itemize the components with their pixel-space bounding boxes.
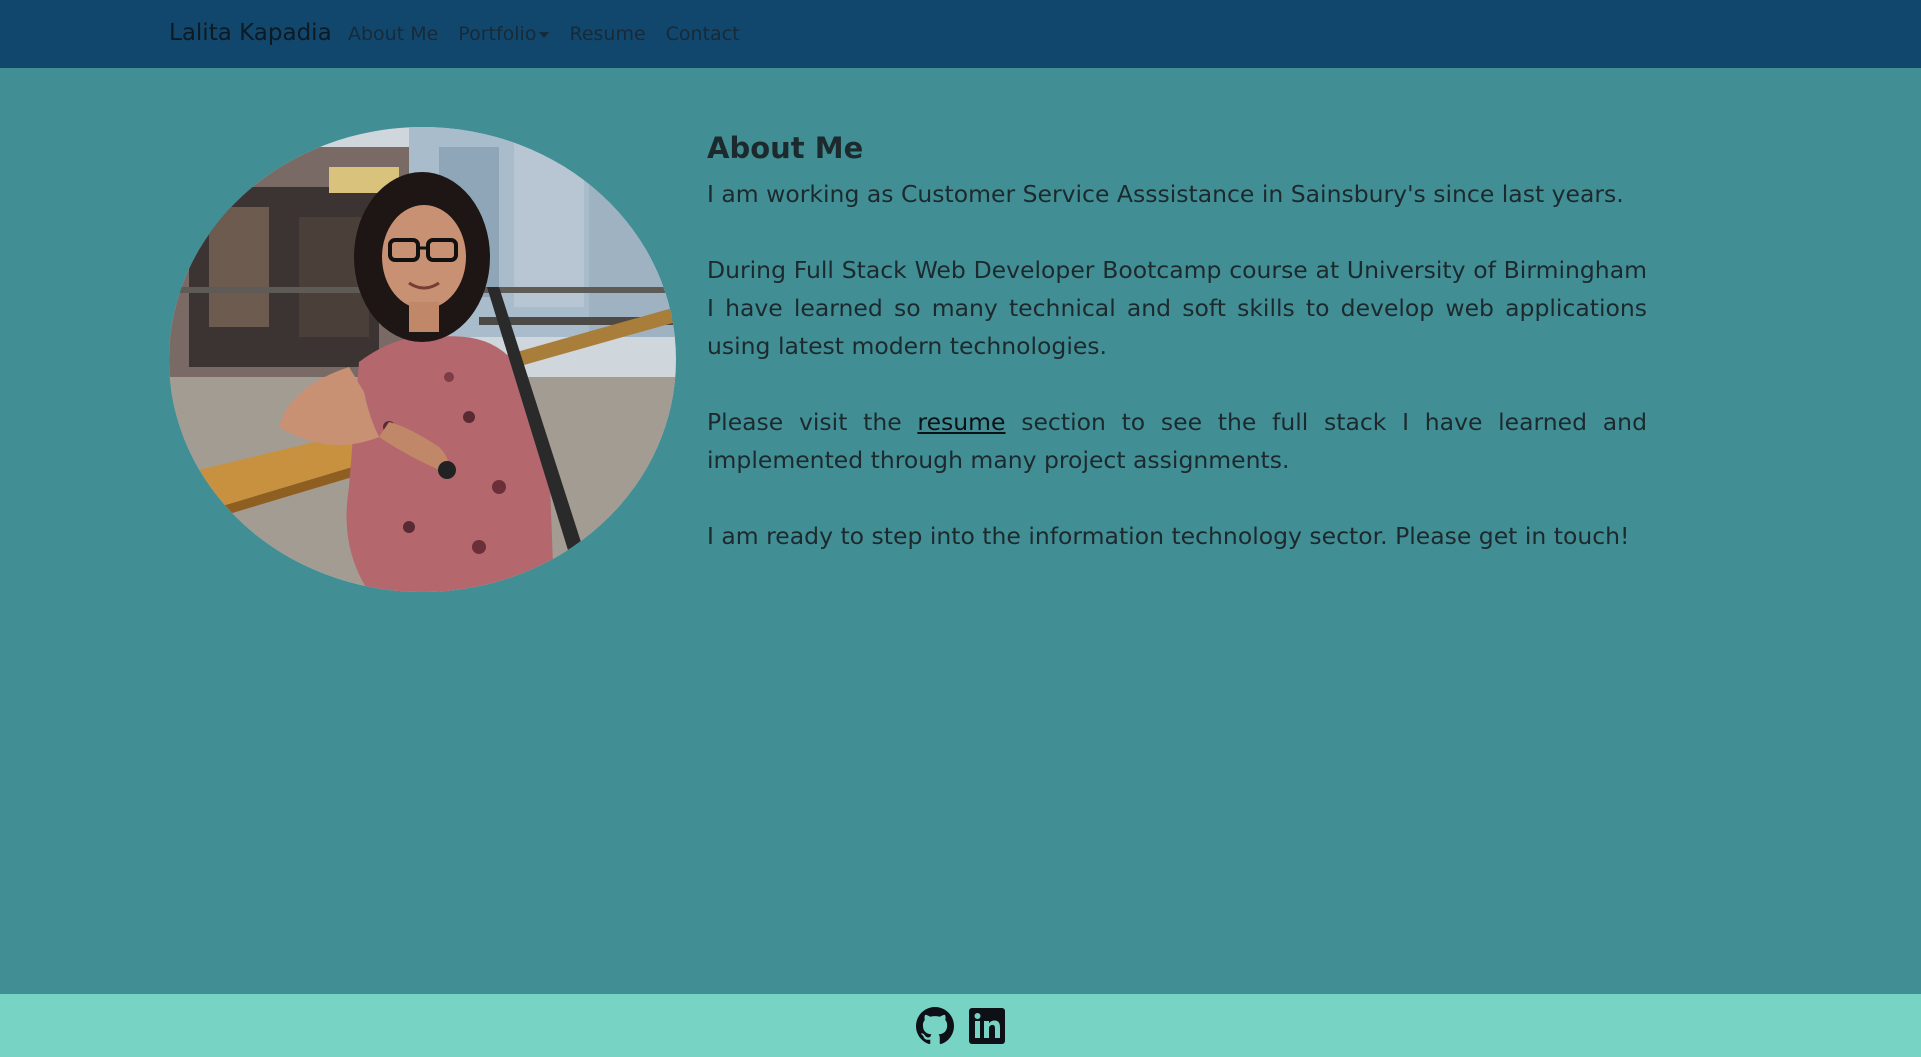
- navbar: Lalita Kapadia About Me Portfolio Resume…: [0, 0, 1921, 68]
- about-paragraph-1: I am working as Customer Service Asssist…: [707, 180, 1624, 208]
- resume-link[interactable]: resume: [917, 408, 1005, 436]
- about-paragraph-3: Please visit the resume section to see t…: [707, 403, 1647, 479]
- nav-portfolio-label: Portfolio: [458, 23, 537, 45]
- profile-photo: [169, 127, 676, 592]
- about-paragraph-4: I am ready to step into the information …: [707, 522, 1630, 550]
- github-icon: [915, 1006, 954, 1044]
- about-paragraph-2: During Full Stack Web Developer Bootcamp…: [707, 256, 1647, 360]
- nav-links: About Me Portfolio Resume Contact: [348, 23, 740, 45]
- nav-portfolio-dropdown[interactable]: Portfolio: [458, 23, 550, 45]
- nav-contact[interactable]: Contact: [666, 23, 740, 45]
- caret-down-icon: [539, 31, 550, 38]
- footer: [0, 994, 1921, 1057]
- brand-link[interactable]: Lalita Kapadia: [169, 20, 332, 46]
- github-link[interactable]: [915, 1006, 954, 1045]
- nav-about-me[interactable]: About Me: [348, 23, 438, 45]
- linkedin-link[interactable]: [968, 1007, 1006, 1045]
- about-paragraph-3-start: Please visit the: [707, 408, 918, 436]
- nav-resume[interactable]: Resume: [569, 23, 645, 45]
- about-heading: About Me: [707, 131, 864, 165]
- about-section: About Me I am working as Customer Servic…: [707, 127, 1647, 593]
- linkedin-icon: [968, 1007, 1005, 1044]
